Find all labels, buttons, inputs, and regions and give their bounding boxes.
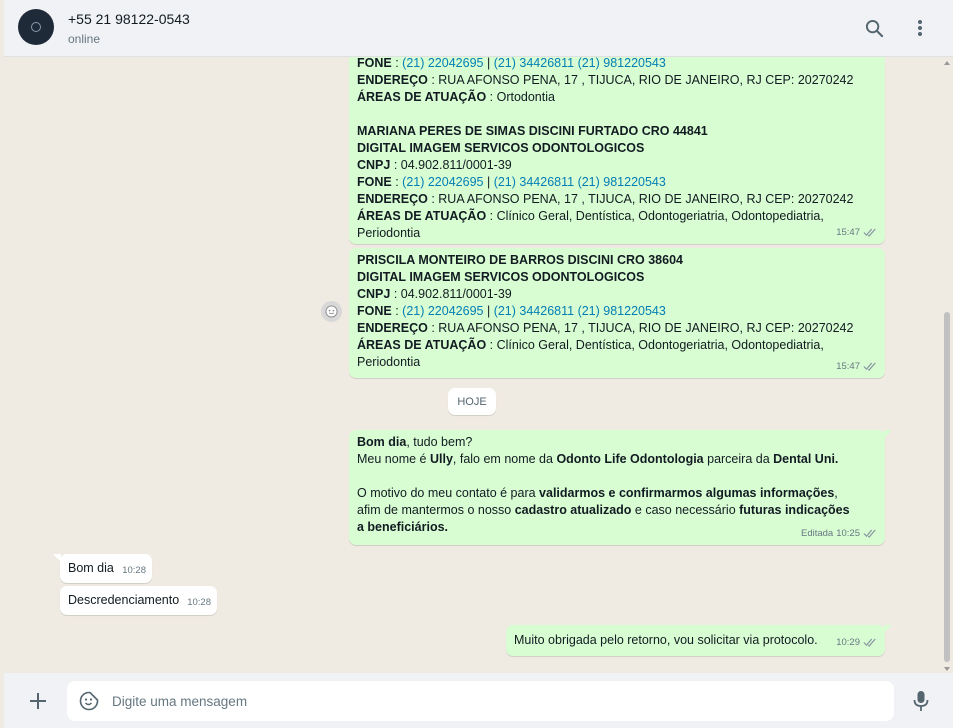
scroll-down-arrow-icon[interactable] [944, 667, 950, 671]
emoji-reaction-icon[interactable] [321, 301, 342, 322]
message-time: 15:47 [836, 227, 860, 238]
company-name: DIGITAL IMAGEM SERVICOS ODONTOLOGICOS [357, 270, 645, 284]
address-value: RUA AFONSO PENA, 17 , TIJUCA, RIO DE JAN… [438, 73, 854, 87]
company-name: DIGITAL IMAGEM SERVICOS ODONTOLOGICOS [357, 141, 645, 155]
fone-label: FONE [357, 175, 392, 189]
areas-value: Ortodontia [496, 90, 555, 104]
double-check-icon [863, 362, 877, 371]
dentist-name: PRISCILA MONTEIRO DE BARROS DISCINI CRO … [357, 253, 683, 267]
bubble-tail [53, 554, 61, 562]
day-separator: HOJE [448, 388, 496, 415]
contact-avatar[interactable] [18, 9, 54, 45]
message-time: 15:47 [836, 361, 860, 372]
phone-link[interactable]: (21) 22042695 [402, 57, 483, 70]
message-meta: 10:29 [836, 634, 877, 651]
message-time: 10:25 [836, 528, 860, 539]
message-meta: 15:47 [836, 224, 877, 241]
sticker-icon[interactable] [78, 690, 100, 712]
scroll-up-arrow-icon[interactable] [944, 61, 950, 65]
phone-link[interactable]: (21) 34426811 [494, 175, 574, 189]
double-check-icon [863, 529, 877, 538]
areas-label: ÁREAS DE ATUAÇÃO [357, 90, 487, 104]
phone-link[interactable]: (21) 981220543 [578, 57, 666, 70]
plus-icon[interactable] [26, 689, 50, 713]
chat-header: +55 21 98122-0543 online [4, 0, 953, 57]
fone-label: FONE [357, 304, 392, 318]
double-check-icon [863, 638, 877, 647]
phone-link[interactable]: (21) 34426811 [494, 57, 574, 70]
message-time: 10:29 [836, 637, 860, 648]
address-label: ENDEREÇO [357, 192, 428, 206]
double-check-icon [863, 228, 877, 237]
message-outgoing[interactable]: FONE : (21) 22042695 | (21) 34426811 (21… [349, 57, 885, 244]
message-list[interactable]: FONE : (21) 22042695 | (21) 34426811 (21… [4, 57, 953, 673]
message-meta: 10:28 [187, 594, 211, 611]
message-time: 10:28 [122, 565, 146, 576]
areas-label: ÁREAS DE ATUAÇÃO [357, 209, 487, 223]
message-text: Bom dia [68, 561, 114, 575]
message-meta: 15:47 [836, 358, 877, 375]
fone-label: FONE [357, 57, 392, 70]
phone-link[interactable]: (21) 22042695 [402, 175, 483, 189]
address-label: ENDEREÇO [357, 73, 428, 87]
phone-link[interactable]: (21) 981220543 [578, 304, 666, 318]
phone-link[interactable]: (21) 981220543 [578, 175, 666, 189]
phone-link[interactable]: (21) 22042695 [402, 304, 483, 318]
message-meta: 10:28 [122, 562, 146, 579]
phone-link[interactable]: (21) 34426811 [494, 304, 574, 318]
message-incoming[interactable]: Descredenciamento 10:28 [60, 586, 217, 615]
message-text: Muito obrigada pelo retorno, vou solicit… [514, 633, 818, 647]
message-composer [4, 673, 953, 728]
contact-status: online [68, 32, 101, 46]
message-outgoing[interactable]: Muito obrigada pelo retorno, vou solicit… [506, 625, 892, 656]
message-outgoing[interactable]: Bom dia, tudo bem? Meu nome é Ully, falo… [349, 430, 892, 545]
cnpj-label: CNPJ [357, 287, 391, 301]
areas-label: ÁREAS DE ATUAÇÃO [357, 338, 487, 352]
address-label: ENDEREÇO [357, 321, 428, 335]
message-input-container[interactable] [67, 681, 894, 721]
contact-name: +55 21 98122-0543 [68, 11, 190, 27]
message-incoming[interactable]: Bom dia 10:28 [53, 554, 152, 583]
search-icon[interactable] [862, 16, 886, 40]
avatar-logo-icon [31, 22, 41, 32]
message-meta: Editada 10:25 [801, 525, 877, 542]
bubble-tail [884, 430, 892, 438]
scroll-thumb[interactable] [944, 312, 950, 662]
message-text: Descredenciamento [68, 593, 180, 607]
bubble-tail [884, 625, 892, 633]
dentist-name: MARIANA PERES DE SIMAS DISCINI FURTADO C… [357, 124, 708, 138]
kebab-menu-icon[interactable] [908, 16, 932, 40]
address-value: RUA AFONSO PENA, 17 , TIJUCA, RIO DE JAN… [438, 192, 854, 206]
cnpj-value: 04.902.811/0001-39 [400, 158, 512, 172]
microphone-icon[interactable] [909, 688, 933, 714]
address-value: RUA AFONSO PENA, 17 , TIJUCA, RIO DE JAN… [438, 321, 854, 335]
edited-label: Editada [800, 528, 834, 539]
message-outgoing[interactable]: PRISCILA MONTEIRO DE BARROS DISCINI CRO … [349, 248, 885, 378]
contact-info[interactable]: +55 21 98122-0543 online [68, 11, 190, 46]
cnpj-label: CNPJ [357, 158, 391, 172]
cnpj-value: 04.902.811/0001-39 [400, 287, 512, 301]
chat-scrollbar[interactable] [944, 57, 950, 673]
message-time: 10:28 [187, 597, 211, 608]
message-input[interactable] [112, 681, 882, 721]
